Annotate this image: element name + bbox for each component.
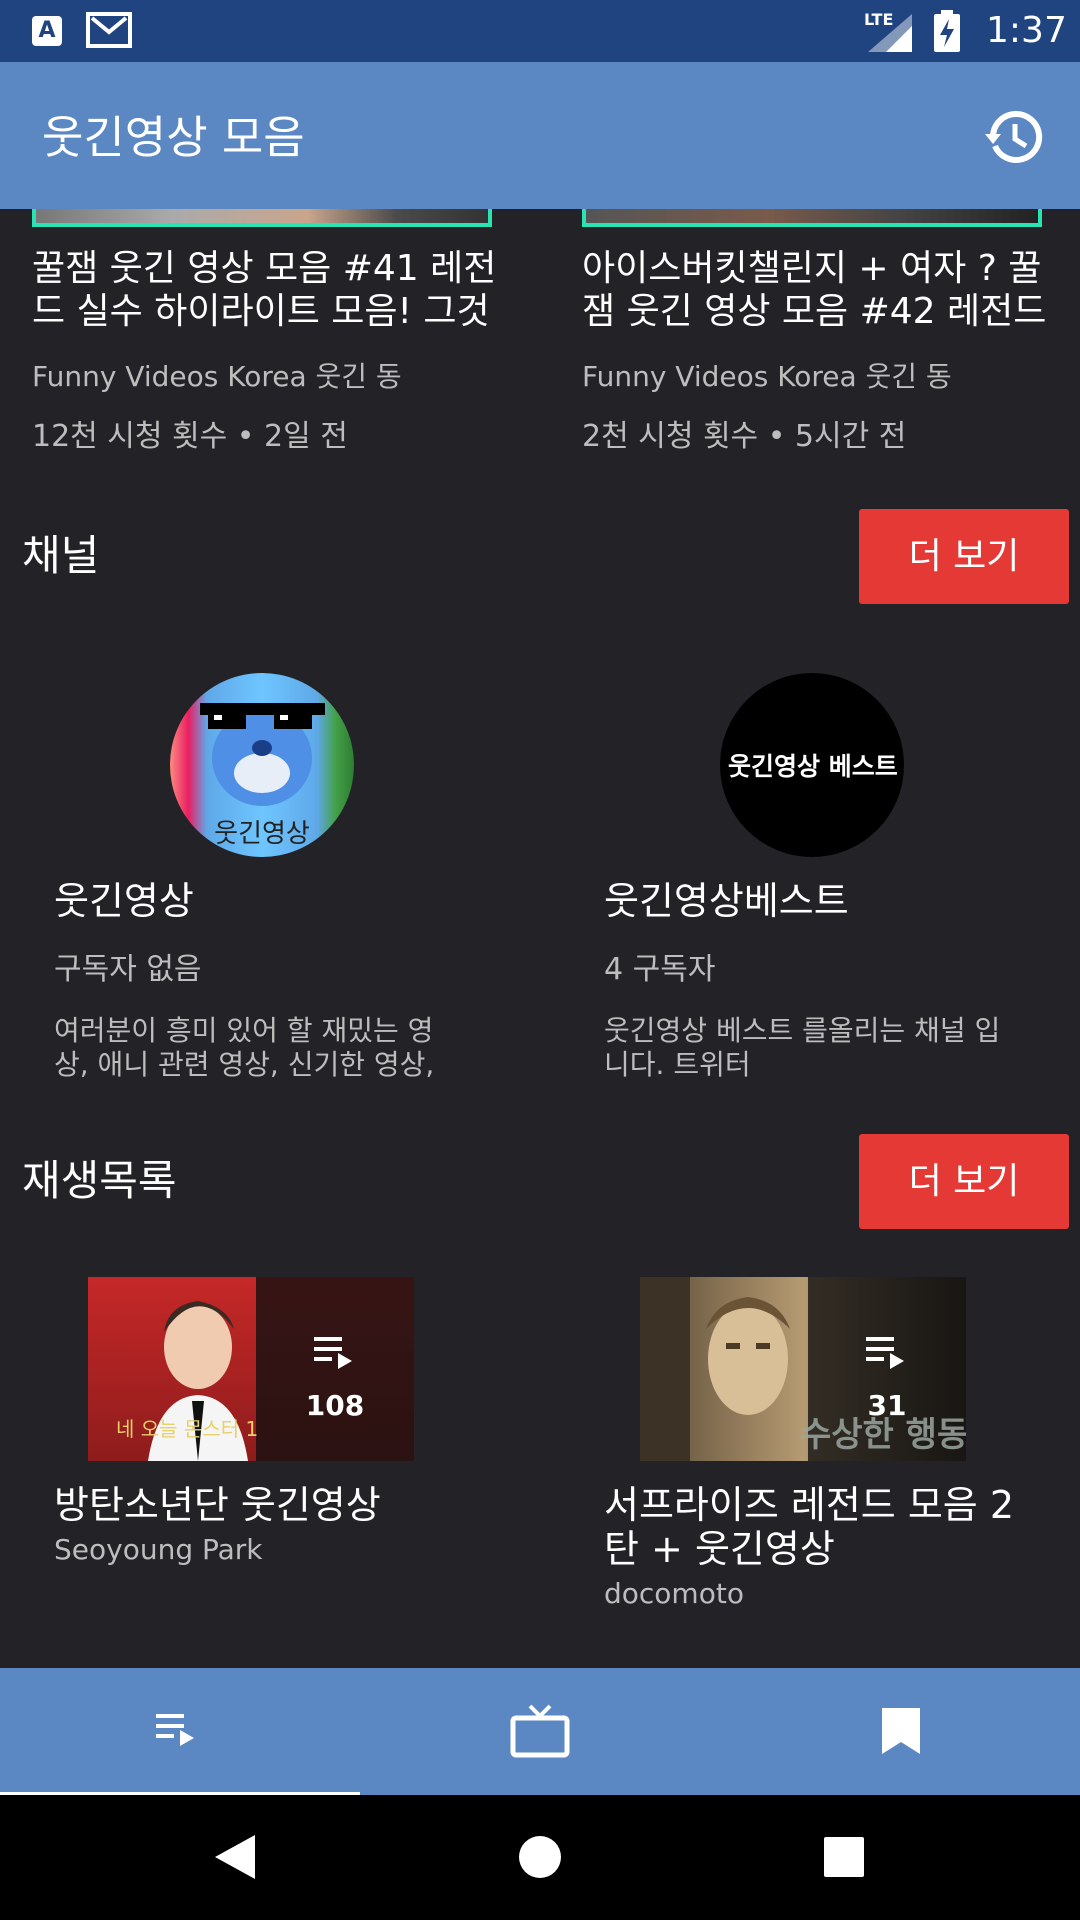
channel-avatar: 웃긴영상 베스트 [720,673,904,857]
playlist-overlay: 108 [256,1277,414,1461]
channel-avatar: 웃긴영상 [170,673,354,857]
home-icon[interactable] [518,1835,562,1879]
video-thumbnail[interactable] [582,209,1042,227]
video-card[interactable]: 꿀잼 웃긴 영상 모음 #41 레전드 실수 하이라이트 모음! 그것 Funn… [0,209,540,479]
playlists-section-title: 재생목록 [22,1156,177,1205]
video-channel: Funny Videos Korea 웃긴 동 [582,360,952,393]
tv-icon [510,1704,570,1758]
video-channel: Funny Videos Korea 웃긴 동 [32,360,402,393]
channel-subscribers: 구독자 없음 [54,952,202,987]
system-navigation-bar [0,1795,1080,1920]
signal-icon [868,14,912,52]
channel-card[interactable]: 웃긴영상 웃긴영상 구독자 없음 여러분이 흥미 있어 할 재밌는 영상, 애니… [0,670,540,1090]
playlist-thumbnail: 31 수상한 행동 [640,1277,966,1461]
channel-description: 웃긴영상 베스트 를올리는 채널 입니다. 트위터https://twitter… [604,1014,1001,1081]
gmail-icon [86,12,132,48]
video-meta: 12천 시청 횟수 • 2일 전 [32,419,348,454]
channel-subscribers: 4 구독자 [604,952,716,987]
video-card[interactable]: 아이스버킷챌린지 + 여자 ? 꿀잼 웃긴 영상 모음 #42 레전드 Funn… [540,209,1080,479]
person-photo [640,1277,790,1461]
video-title: 꿀잼 웃긴 영상 모음 #41 레전드 실수 하이라이트 모음! 그것 [32,248,497,332]
channels-section-title: 채널 [22,531,100,580]
status-bar: A LTE 1:37 [0,0,1080,62]
back-icon[interactable] [215,1835,255,1879]
playlist-icon [156,1714,194,1746]
bookmark-icon [882,1708,920,1754]
channels-more-button[interactable]: 더 보기 [859,509,1069,604]
playlist-icon [866,1337,904,1369]
tab-playlists[interactable] [0,1668,360,1792]
video-title: 아이스버킷챌린지 + 여자 ? 꿀잼 웃긴 영상 모음 #42 레전드 [582,248,1047,332]
playlist-thumbnail: 108 네 오늘 몬스터 1 [88,1277,414,1461]
app-bar: 웃긴영상 모음 [0,62,1080,209]
playlist-card[interactable]: 108 네 오늘 몬스터 1 방탄소년단 웃긴영상 Seoyoung Park [0,1277,540,1637]
app-title: 웃긴영상 모음 [42,111,305,164]
bottom-navigation [0,1668,1080,1796]
playlist-card[interactable]: 31 수상한 행동 서프라이즈 레전드 모음 2탄 + 웃긴영상 docomot… [540,1277,1080,1657]
recents-icon[interactable] [824,1837,864,1877]
avatar-caption: 웃긴영상 베스트 [728,752,898,781]
playlist-count: 108 [305,1389,365,1422]
playlists-more-button[interactable]: 더 보기 [859,1134,1069,1229]
playlist-author: docomoto [604,1577,744,1610]
video-meta: 2천 시청 횟수 • 5시간 전 [582,419,907,454]
channel-description: 여러분이 흥미 있어 할 재밌는 영상, 애니 관련 영상, 신기한 영상, .… [54,1014,435,1081]
tab-channels[interactable] [360,1668,720,1792]
playlist-author: Seoyoung Park [54,1533,263,1566]
video-thumbnail[interactable] [32,209,492,227]
tab-bookmarks[interactable] [720,1668,1080,1792]
playlist-title: 서프라이즈 레전드 모음 2탄 + 웃긴영상 [604,1483,1015,1571]
avatar-caption: 웃긴영상 [214,819,310,849]
thumbnail-caption: 네 오늘 몬스터 1 [116,1417,259,1441]
playlist-icon [314,1337,352,1369]
playlist-title: 방탄소년단 웃긴영상 [54,1483,381,1527]
history-icon[interactable] [985,108,1043,166]
keyboard-notification-icon: A [32,16,62,46]
channel-name: 웃긴영상베스트 [604,879,849,923]
channel-card[interactable]: 웃긴영상 베스트 웃긴영상베스트 4 구독자 웃긴영상 베스트 를올리는 채널 … [540,670,1080,1090]
battery-charging-icon [934,10,960,52]
clock: 1:37 [986,10,1067,51]
channel-name: 웃긴영상 [54,879,194,923]
thumbnail-caption: 수상한 행동 [800,1415,966,1455]
